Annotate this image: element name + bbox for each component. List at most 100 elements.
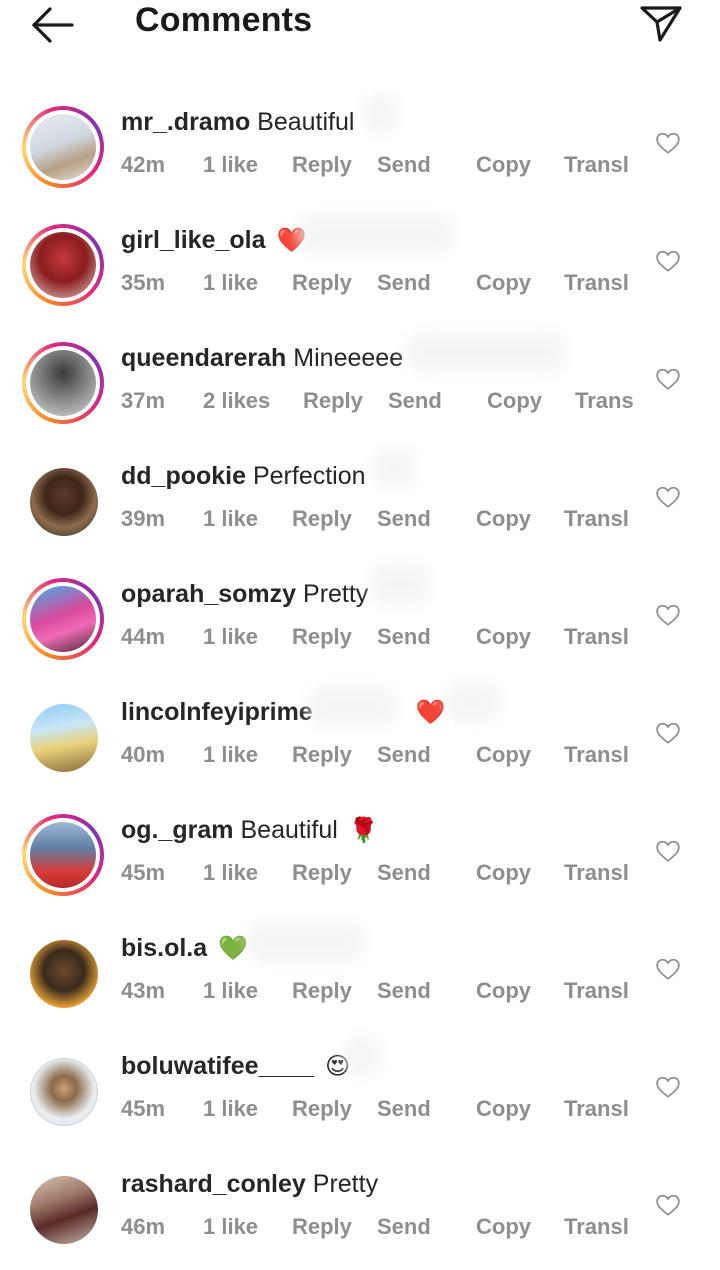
reply-button[interactable]: Reply	[292, 506, 352, 532]
likes-count[interactable]: 2 likes	[203, 388, 270, 414]
translate-button[interactable]: Transl	[564, 270, 629, 296]
comment-row: girl_like_ola ❤️ 35m 1 like Reply Send C…	[0, 208, 720, 326]
comment-text: oparah_somzy Pretty	[121, 580, 368, 609]
likes-count[interactable]: 1 like	[203, 1096, 258, 1122]
comment-row: oparah_somzy Pretty 44m 1 like Reply Sen…	[0, 562, 720, 680]
comment-emoji: ❤️	[415, 699, 446, 726]
comment-emoji: 🌹	[348, 817, 379, 844]
send-button[interactable]: Send	[377, 624, 431, 650]
comment-text: og._gram Beautiful 🌹	[121, 816, 379, 845]
comment-text: mr_.dramo Beautiful	[121, 108, 354, 137]
send-button[interactable]: Send	[377, 1214, 431, 1240]
reply-button[interactable]: Reply	[292, 270, 352, 296]
translate-button[interactable]: Transl	[564, 860, 629, 886]
reply-button[interactable]: Reply	[292, 1214, 352, 1240]
reply-button[interactable]: Reply	[292, 742, 352, 768]
comment-time: 46m	[121, 1214, 166, 1239]
heart-icon[interactable]	[655, 1192, 681, 1218]
translate-button[interactable]: Transl	[564, 506, 629, 532]
reply-button[interactable]: Reply	[303, 388, 363, 414]
send-button[interactable]: Send	[377, 978, 431, 1004]
comment-text: dd_pookie Perfection	[121, 462, 366, 491]
avatar[interactable]	[22, 342, 104, 424]
heart-icon[interactable]	[655, 838, 681, 864]
username[interactable]: girl_like_ola	[121, 226, 266, 254]
likes-count[interactable]: 1 like	[203, 978, 258, 1004]
copy-button[interactable]: Copy	[476, 270, 531, 296]
username[interactable]: lincolnfeyiprime	[121, 698, 313, 726]
username[interactable]: mr_.dramo	[121, 108, 250, 136]
avatar[interactable]	[22, 578, 104, 660]
copy-button[interactable]: Copy	[476, 624, 531, 650]
comment-time: 45m	[121, 1096, 166, 1121]
avatar[interactable]	[22, 460, 104, 542]
header: Comments	[0, 0, 720, 62]
comment-time: 40m	[121, 742, 166, 767]
likes-count[interactable]: 1 like	[203, 860, 258, 886]
reply-button[interactable]: Reply	[292, 978, 352, 1004]
username[interactable]: queendarerah	[121, 344, 286, 372]
avatar[interactable]	[22, 814, 104, 896]
copy-button[interactable]: Copy	[476, 1096, 531, 1122]
avatar[interactable]	[22, 1168, 104, 1250]
username[interactable]: bis.ol.a	[121, 934, 207, 962]
comment-list: mr_.dramo Beautiful 42m 1 like Reply Sen…	[0, 90, 720, 1270]
username[interactable]: og._gram	[121, 816, 234, 844]
translate-button[interactable]: Transl	[564, 978, 629, 1004]
send-button[interactable]: Send	[388, 388, 442, 414]
back-button[interactable]	[28, 4, 78, 46]
likes-count[interactable]: 1 like	[203, 152, 258, 178]
send-button[interactable]: Send	[377, 1096, 431, 1122]
copy-button[interactable]: Copy	[476, 978, 531, 1004]
heart-icon[interactable]	[655, 130, 681, 156]
translate-button[interactable]: Transl	[564, 152, 629, 178]
copy-button[interactable]: Copy	[476, 742, 531, 768]
heart-icon[interactable]	[655, 720, 681, 746]
username[interactable]: dd_pookie	[121, 462, 246, 490]
comment-row: boluwatifee____ 😍 45m 1 like Reply Send …	[0, 1034, 720, 1152]
share-button[interactable]	[636, 0, 686, 46]
copy-button[interactable]: Copy	[476, 1214, 531, 1240]
avatar[interactable]	[22, 224, 104, 306]
copy-button[interactable]: Copy	[487, 388, 542, 414]
heart-icon[interactable]	[655, 248, 681, 274]
reply-button[interactable]: Reply	[292, 1096, 352, 1122]
heart-icon[interactable]	[655, 484, 681, 510]
send-button[interactable]: Send	[377, 860, 431, 886]
heart-icon[interactable]	[655, 1074, 681, 1100]
reply-button[interactable]: Reply	[292, 152, 352, 178]
reply-button[interactable]: Reply	[292, 624, 352, 650]
avatar[interactable]	[22, 932, 104, 1014]
send-button[interactable]: Send	[377, 270, 431, 296]
translate-button[interactable]: Transl	[564, 624, 629, 650]
likes-count[interactable]: 1 like	[203, 506, 258, 532]
likes-count[interactable]: 1 like	[203, 624, 258, 650]
likes-count[interactable]: 1 like	[203, 742, 258, 768]
copy-button[interactable]: Copy	[476, 506, 531, 532]
likes-count[interactable]: 1 like	[203, 1214, 258, 1240]
reply-button[interactable]: Reply	[292, 860, 352, 886]
username[interactable]: oparah_somzy	[121, 580, 296, 608]
username[interactable]: rashard_conley	[121, 1170, 306, 1198]
avatar[interactable]	[22, 106, 104, 188]
translate-button[interactable]: Transl	[564, 1096, 629, 1122]
translate-button[interactable]: Trans	[575, 388, 634, 414]
arrow-left-icon	[32, 7, 74, 43]
translate-button[interactable]: Transl	[564, 1214, 629, 1240]
heart-icon[interactable]	[655, 602, 681, 628]
comment-time: 45m	[121, 860, 166, 885]
page-title: Comments	[135, 1, 313, 39]
translate-button[interactable]: Transl	[564, 742, 629, 768]
heart-icon[interactable]	[655, 956, 681, 982]
likes-count[interactable]: 1 like	[203, 270, 258, 296]
avatar[interactable]	[22, 696, 104, 778]
copy-button[interactable]: Copy	[476, 152, 531, 178]
avatar[interactable]	[22, 1050, 104, 1132]
send-button[interactable]: Send	[377, 742, 431, 768]
copy-button[interactable]: Copy	[476, 860, 531, 886]
comment-row: rashard_conley Pretty 46m 1 like Reply S…	[0, 1152, 720, 1270]
heart-icon[interactable]	[655, 366, 681, 392]
send-button[interactable]: Send	[377, 152, 431, 178]
username[interactable]: boluwatifee____	[121, 1052, 314, 1080]
send-button[interactable]: Send	[377, 506, 431, 532]
